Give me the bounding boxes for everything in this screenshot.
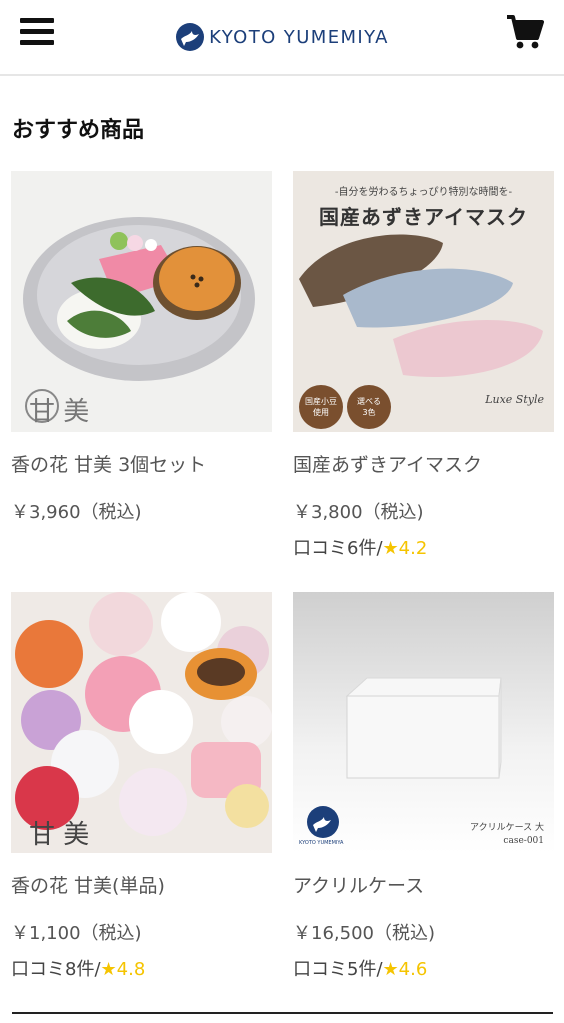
brand-name: KYOTO YUMEMIYA bbox=[209, 26, 389, 48]
review-count: 口コミ5件/ bbox=[293, 959, 383, 980]
product-card[interactable]: KYOTO YUMEMIYA アクリルケース 大 case-001 アクリルケー… bbox=[293, 592, 554, 981]
brand-logo-kanji: 甘 美 bbox=[29, 820, 90, 850]
rating-value: 4.2 bbox=[398, 538, 428, 559]
product-review[interactable]: 口コミ6件/★4.2 bbox=[293, 534, 554, 560]
image-banner-small: -自分を労わるちょっぴり特別な時間を- bbox=[334, 187, 513, 198]
product-price: ￥16,500（税込) bbox=[293, 923, 436, 944]
product-price: ￥3,960（税込) bbox=[11, 502, 142, 523]
product-image[interactable]: KYOTO YUMEMIYA アクリルケース 大 case-001 bbox=[293, 592, 554, 853]
product-review[interactable]: 口コミ5件/★4.6 bbox=[293, 955, 554, 981]
review-count: 口コミ6件/ bbox=[293, 538, 383, 559]
image-signature: Luxe Style bbox=[485, 393, 544, 406]
rating-value: 4.6 bbox=[398, 959, 428, 980]
bird-logo-icon bbox=[176, 23, 205, 51]
image-badge-azuki: 国産小豆 使用 bbox=[299, 385, 343, 429]
review-count: 口コミ8件/ bbox=[11, 959, 101, 980]
product-image[interactable]: 甘 美 bbox=[11, 171, 272, 432]
image-banner-title: 国産あずきアイマスク bbox=[319, 205, 528, 229]
product-card[interactable]: -自分を労わるちょっぴり特別な時間を- 国産あずきアイマスク 国産小豆 使用 選… bbox=[293, 171, 554, 560]
product-price: ￥3,800（税込) bbox=[293, 502, 424, 523]
brand-logo[interactable]: KYOTO YUMEMIYA bbox=[0, 22, 564, 56]
star-icon: ★ bbox=[382, 959, 399, 980]
product-card[interactable]: 甘 美 香の花 甘美(単品) ￥1,100（税込) 口コミ8件/★4.8 bbox=[11, 592, 272, 981]
product-name[interactable]: 国産あずきアイマスク bbox=[293, 450, 554, 477]
brand-logo-kanji: 甘 美 bbox=[29, 397, 90, 427]
product-price: ￥1,100（税込) bbox=[11, 923, 142, 944]
product-image[interactable]: 甘 美 bbox=[11, 592, 272, 853]
image-badge-colors: 選べる 3色 bbox=[347, 385, 391, 429]
star-icon: ★ bbox=[100, 959, 117, 980]
image-brand-small: KYOTO YUMEMIYA bbox=[299, 840, 344, 846]
product-name[interactable]: アクリルケース bbox=[293, 871, 554, 898]
image-caption-jp: アクリルケース 大 bbox=[470, 823, 544, 833]
product-name[interactable]: 香の花 甘美(単品) bbox=[11, 871, 272, 898]
image-caption-code: case-001 bbox=[503, 836, 544, 846]
star-icon: ★ bbox=[382, 538, 399, 559]
shopping-cart-icon[interactable] bbox=[506, 14, 544, 50]
rating-value: 4.8 bbox=[116, 959, 146, 980]
site-header: KYOTO YUMEMIYA bbox=[0, 0, 564, 76]
product-image[interactable]: -自分を労わるちょっぴり特別な時間を- 国産あずきアイマスク 国産小豆 使用 選… bbox=[293, 171, 554, 432]
product-review[interactable]: 口コミ8件/★4.8 bbox=[11, 955, 272, 981]
section-divider bbox=[12, 1012, 553, 1014]
product-card[interactable]: 甘 美 香の花 甘美 3個セット ￥3,960（税込) bbox=[11, 171, 272, 524]
section-title: おすすめ商品 bbox=[12, 118, 145, 143]
product-name[interactable]: 香の花 甘美 3個セット bbox=[11, 450, 272, 477]
